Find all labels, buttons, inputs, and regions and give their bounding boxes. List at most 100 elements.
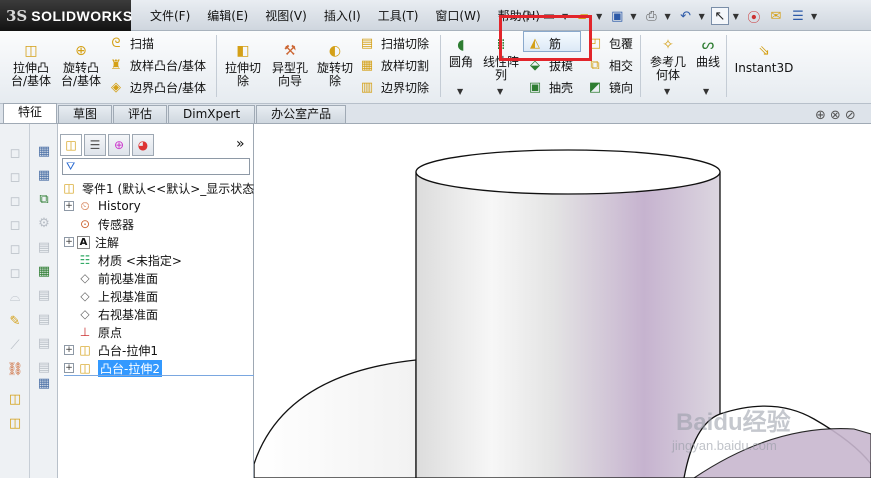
options-icon[interactable]: ☰ xyxy=(789,7,807,25)
select-cursor-icon[interactable]: ↖ xyxy=(710,7,729,25)
feature-manager-tab-icon[interactable]: ◫ xyxy=(60,134,82,156)
sketch-pencil-icon[interactable]: ✎ xyxy=(5,312,25,330)
tree-item-material[interactable]: ☷ 材质 <未指定> xyxy=(64,251,182,269)
hole-wizard-label: 异型孔 向导 xyxy=(271,61,308,88)
relations-icon[interactable]: ⛓ xyxy=(5,360,25,378)
heads-up-view-toolbar: ⊕ ⊗ ⊘ xyxy=(815,108,860,123)
boundary-cut-button[interactable]: ▥ 边界切除 xyxy=(358,77,429,97)
rebuild-traffic-light-icon[interactable]: ⦿ xyxy=(745,7,763,26)
tab-evaluate[interactable]: 评估 xyxy=(113,105,168,123)
print-icon[interactable]: ⎙ xyxy=(642,7,660,25)
box-icon[interactable]: ◻ xyxy=(5,168,25,186)
menu-tools[interactable]: 工具(T) xyxy=(378,7,419,24)
revolve-boss-button[interactable]: ⊕ 旋转凸 台/基体 xyxy=(59,42,103,88)
chevron-down-icon[interactable]: ▼ xyxy=(457,87,463,96)
undo-icon[interactable]: ↶ xyxy=(677,7,695,25)
curves-button[interactable]: ᔕ 曲线 xyxy=(692,36,724,69)
extrude-boss-icon: ◫ xyxy=(24,42,38,59)
expand-toggle-icon[interactable]: + xyxy=(64,201,74,211)
table-icon[interactable]: ▤ xyxy=(34,334,54,352)
menu-view[interactable]: 视图(V) xyxy=(265,7,307,24)
menu-insert[interactable]: 插入(I) xyxy=(324,7,361,24)
expand-toggle-icon[interactable]: + xyxy=(64,345,74,355)
tree-item-sensors[interactable]: ⊙ 传感器 xyxy=(64,215,134,233)
chevron-down-icon[interactable]: ▼ xyxy=(699,12,705,21)
filter-icon: ⛛ xyxy=(66,159,76,173)
box-icon[interactable]: ◻ xyxy=(5,192,25,210)
chevron-down-icon[interactable]: ▼ xyxy=(703,87,709,96)
mirror-button[interactable]: ◩ 镜向 xyxy=(586,77,633,97)
tree-item-annotations[interactable]: + A 注解 xyxy=(64,233,119,251)
chevron-down-icon[interactable]: ▼ xyxy=(733,12,739,21)
wrap-button[interactable]: ◰ 包覆 xyxy=(586,33,633,53)
table-icon[interactable]: ▦ xyxy=(34,142,54,160)
chevron-down-icon[interactable]: ▼ xyxy=(664,12,670,21)
table-check-icon[interactable]: ▦ xyxy=(34,262,54,280)
boundary-boss-button[interactable]: ◈ 边界凸台/基体 xyxy=(107,77,206,97)
extrude-cut-icon: ◧ xyxy=(236,42,250,59)
table-icon[interactable]: ▤ xyxy=(34,310,54,328)
gear-icon[interactable]: ⚙ xyxy=(34,214,54,232)
fillet-button[interactable]: ◖ 圆角 xyxy=(445,36,477,69)
assembly-icon[interactable]: ⧉ xyxy=(34,190,54,208)
feature-filter-input[interactable]: ⛛ xyxy=(62,158,250,175)
feature-icon[interactable]: ◫ xyxy=(5,414,25,432)
menu-edit[interactable]: 编辑(E) xyxy=(207,7,248,24)
chevron-down-icon[interactable]: ▼ xyxy=(630,12,636,21)
chevron-down-icon[interactable]: ▼ xyxy=(596,12,602,21)
zoom-to-fit-icon[interactable]: ⊕ xyxy=(815,108,826,123)
loft-boss-button[interactable]: ♜ 放样凸台/基体 xyxy=(107,55,206,75)
revolve-cut-button[interactable]: ◐ 旋转切 除 xyxy=(313,42,357,88)
box-icon[interactable]: ◻ xyxy=(5,144,25,162)
sweep-cut-button[interactable]: ▤ 扫描切除 xyxy=(358,33,429,53)
tree-item-front-plane[interactable]: ◇ 前视基准面 xyxy=(64,269,158,287)
instant3d-button[interactable]: ⇘ Instant3D xyxy=(731,42,797,75)
tree-item-top-plane[interactable]: ◇ 上视基准面 xyxy=(64,287,158,305)
shell-button[interactable]: ▣ 抽壳 xyxy=(526,77,573,97)
expand-toggle-icon[interactable]: + xyxy=(64,237,74,247)
sweep-button[interactable]: ᘓ 扫描 xyxy=(107,33,154,53)
sensor-icon: ⊙ xyxy=(79,217,91,231)
zoom-to-area-icon[interactable]: ⊗ xyxy=(830,108,841,123)
box-icon[interactable]: ◻ xyxy=(5,264,25,282)
extrude-cut-button[interactable]: ◧ 拉伸切 除 xyxy=(222,42,264,88)
tree-item-boss-extrude1[interactable]: + ◫ 凸台-拉伸1 xyxy=(64,341,158,359)
reference-geometry-button[interactable]: ✧ 参考几 何体 xyxy=(646,36,690,82)
tree-item-right-plane[interactable]: ◇ 右视基准面 xyxy=(64,305,158,323)
tab-office-products[interactable]: 办公室产品 xyxy=(256,105,347,123)
panel-more-chevron-icon[interactable]: » xyxy=(236,136,245,152)
property-manager-tab-icon[interactable]: ☰ xyxy=(84,134,106,156)
file-properties-icon[interactable]: ✉ xyxy=(767,7,785,25)
table-icon[interactable]: ▤ xyxy=(34,238,54,256)
chevron-down-icon[interactable]: ▼ xyxy=(664,87,670,96)
menu-file[interactable]: 文件(F) xyxy=(150,7,190,24)
loft-cut-button[interactable]: ▦ 放样切割 xyxy=(358,55,429,75)
hole-wizard-button[interactable]: ⚒ 异型孔 向导 xyxy=(268,42,312,88)
previous-view-icon[interactable]: ⊘ xyxy=(845,108,856,123)
cylinder-icon[interactable]: ⌓ xyxy=(5,288,25,306)
menu-window[interactable]: 窗口(W) xyxy=(435,7,480,24)
table-icon[interactable]: ▦ xyxy=(34,374,54,392)
expand-toggle-icon[interactable]: + xyxy=(64,363,74,373)
tab-features[interactable]: 特征 xyxy=(3,103,58,123)
origin-icon: ⊥ xyxy=(79,325,91,339)
tree-part-root[interactable]: ◫ 零件1 (默认<<默认>_显示状态 xyxy=(61,179,254,197)
tree-item-origin[interactable]: ⊥ 原点 xyxy=(64,323,122,341)
feature-icon[interactable]: ◫ xyxy=(5,390,25,408)
table-icon[interactable]: ▦ xyxy=(34,166,54,184)
save-icon[interactable]: ▣ xyxy=(608,7,626,25)
display-manager-tab-icon[interactable]: ◕ xyxy=(132,134,154,156)
tree-item-history[interactable]: + ⏲ History xyxy=(64,197,141,215)
configuration-manager-tab-icon[interactable]: ⊕ xyxy=(108,134,130,156)
intersect-button[interactable]: ⧉ 相交 xyxy=(586,55,633,75)
box-icon[interactable]: ◻ xyxy=(5,240,25,258)
table-icon[interactable]: ▤ xyxy=(34,286,54,304)
tab-dimxpert[interactable]: DimXpert xyxy=(168,105,256,123)
chevron-down-icon[interactable]: ▼ xyxy=(811,12,817,21)
extrude-boss-button[interactable]: ◫ 拉伸凸 台/基体 xyxy=(9,42,53,88)
smart-dimension-icon[interactable]: ⟋ xyxy=(5,336,25,354)
rollback-bar[interactable] xyxy=(64,375,254,376)
box-icon[interactable]: ◻ xyxy=(5,216,25,234)
chevron-down-icon[interactable]: ▼ xyxy=(497,87,503,96)
tab-sketch[interactable]: 草图 xyxy=(58,105,113,123)
